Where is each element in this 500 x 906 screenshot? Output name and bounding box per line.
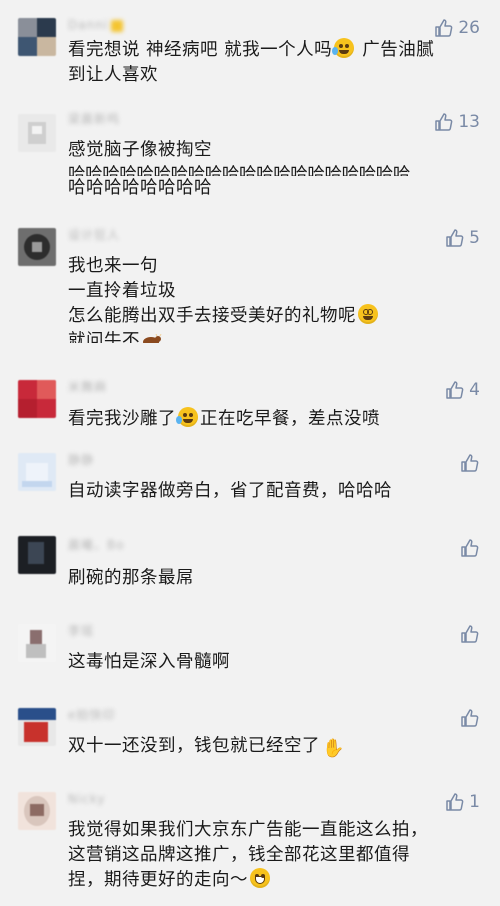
like-button[interactable]: 1 <box>445 790 480 814</box>
thumbs-up-outline-icon <box>461 709 479 727</box>
like-button[interactable] <box>460 536 480 560</box>
username[interactable]: Nicky <box>68 790 106 808</box>
ox-emoji <box>143 334 162 343</box>
comment-text: 刷碗的那条最屌 <box>68 568 194 588</box>
like-count: 26 <box>458 18 480 38</box>
avatar[interactable] <box>18 708 56 746</box>
comment-text: 双十一还没到，钱包就已经空了 ✋ <box>68 736 345 759</box>
comment-text: 感觉脑子像被掏空 哈哈哈哈哈哈哈哈哈哈哈哈哈哈哈哈哈哈哈哈 哈哈哈哈哈哈哈哈 <box>68 140 410 198</box>
like-count: 1 <box>469 792 480 812</box>
thumbs-up-outline-icon <box>446 381 464 399</box>
thumbs-up-outline-icon <box>446 793 464 811</box>
like-count: 4 <box>469 380 480 400</box>
avatar[interactable] <box>18 380 56 418</box>
like-button[interactable]: 26 <box>434 16 480 40</box>
comment-text: 看完我沙雕了 正在吃早餐，差点没喷 <box>68 407 380 429</box>
thumbs-up-outline-icon <box>461 454 479 472</box>
comment-item: 梁晨新鸣 13 感觉脑子像被掏空 哈哈哈哈哈哈哈哈哈哈哈哈哈哈哈哈哈哈哈哈 哈哈… <box>0 110 500 210</box>
username[interactable]: 米舞麻 <box>68 378 107 396</box>
avatar[interactable] <box>18 624 56 662</box>
username[interactable]: e拍快印 <box>68 706 115 724</box>
comment-text: 自动读字器做旁白，省了配音费，哈哈哈 <box>68 481 392 501</box>
vip-badge-icon <box>111 19 124 32</box>
like-button[interactable] <box>460 706 480 730</box>
comment-item: Danni 26 看完想说 神经病吧 就我一个人吗 广告油腻 到让人喜欢 <box>0 16 500 100</box>
comment-item: e拍快印 双十一还没到，钱包就已经空了 ✋ <box>0 706 500 766</box>
avatar[interactable] <box>18 228 56 266</box>
avatar[interactable] <box>18 18 56 56</box>
thumbs-up-outline-icon <box>435 19 453 37</box>
avatar[interactable] <box>18 114 56 152</box>
like-button[interactable] <box>460 622 480 646</box>
thumbs-up-outline-icon <box>446 229 464 247</box>
like-button[interactable]: 4 <box>445 378 480 402</box>
username[interactable]: 设计狂人 <box>68 226 120 244</box>
username[interactable]: 晨曦、Bo <box>68 536 125 554</box>
comment-item: 晨曦、Bo 刷碗的那条最屌 <box>0 536 500 596</box>
comment-text: 这毒怕是深入骨髓啊 <box>68 652 230 672</box>
comment-item: Nicky 1 我觉得如果我们大京东广告能一直能这么拍， 这营销这品牌这推广，钱… <box>0 790 500 900</box>
comment-text: 我也来一句 一直拎着垃圾 怎么能腾出双手去接受美好的礼物呢 就问牛不 <box>68 254 478 343</box>
laugh-tears-emoji <box>332 38 355 58</box>
username[interactable]: 梁晨新鸣 <box>68 110 120 128</box>
grinning-face-emoji <box>250 868 270 888</box>
comment-text: 看完想说 神经病吧 就我一个人吗 广告油腻 到让人喜欢 <box>68 38 435 85</box>
comment-item: 李瑶 这毒怕是深入骨髓啊 <box>0 622 500 682</box>
comment-item: 静静 自动读字器做旁白，省了配音费，哈哈哈 <box>0 451 500 511</box>
username[interactable]: 李瑶 <box>68 622 94 640</box>
thumbs-up-outline-icon <box>435 113 453 131</box>
username[interactable]: 静静 <box>68 451 94 469</box>
waving-hand-emoji: ✋ <box>322 738 345 759</box>
like-button[interactable] <box>460 451 480 475</box>
avatar[interactable] <box>18 792 56 830</box>
comment-list: Danni 26 看完想说 神经病吧 就我一个人吗 广告油腻 到让人喜欢 梁晨新… <box>0 0 500 906</box>
like-button[interactable]: 13 <box>434 110 480 134</box>
like-button[interactable]: 5 <box>445 226 480 250</box>
comment-item: 米舞麻 4 看完我沙雕了 正在吃早餐，差点没喷 <box>0 378 500 438</box>
thumbs-up-outline-icon <box>461 625 479 643</box>
dizzy-face-emoji <box>358 304 378 324</box>
like-count: 13 <box>458 112 480 132</box>
avatar[interactable] <box>18 536 56 574</box>
comment-text: 我觉得如果我们大京东广告能一直能这么拍， 这营销这品牌这推广，钱全部花这里都值得… <box>68 820 428 890</box>
laugh-tears-emoji <box>176 407 198 427</box>
like-count: 5 <box>469 228 480 248</box>
comment-item: 设计狂人 5 我也来一句 一直拎着垃圾 怎么能腾出双手去接受美好的礼物呢 就问牛… <box>0 226 500 358</box>
thumbs-up-outline-icon <box>461 539 479 557</box>
avatar[interactable] <box>18 453 56 491</box>
username[interactable]: Danni <box>68 16 124 34</box>
